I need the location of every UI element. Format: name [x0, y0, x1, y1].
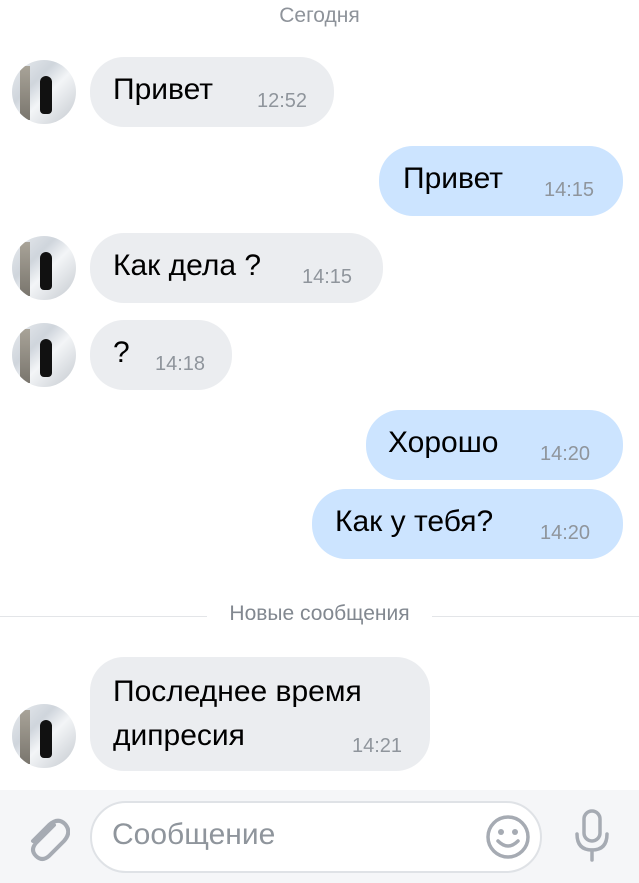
message-text: Как дела ?	[113, 249, 262, 282]
avatar[interactable]	[12, 60, 76, 124]
message-bubble-incoming[interactable]: Последнее время дипресия 14:21	[90, 657, 430, 771]
paperclip-icon[interactable]	[22, 811, 71, 863]
message-text: ?	[113, 336, 130, 369]
message-text-line: дипресия	[113, 719, 245, 752]
message-bubble-outgoing[interactable]: Хорошо 14:20	[366, 410, 623, 480]
microphone-icon[interactable]	[573, 808, 611, 864]
new-messages-divider: Новые сообщения	[0, 602, 639, 626]
message-text: Привет	[113, 73, 214, 106]
message-text: Как у тебя?	[335, 505, 494, 538]
message-time: 14:15	[302, 266, 353, 288]
message-text: Хорошо	[388, 426, 499, 459]
message-time: 14:20	[540, 443, 591, 465]
message-time: 14:20	[540, 522, 591, 544]
message-bubble-outgoing[interactable]: Привет 14:15	[379, 146, 623, 216]
message-input-placeholder: Сообщение	[112, 818, 276, 851]
message-text-line: Последнее время	[113, 675, 362, 708]
new-messages-label: Новые сообщения	[207, 602, 432, 625]
message-bubble-outgoing[interactable]: Как у тебя? 14:20	[312, 489, 623, 559]
message-bubble-incoming[interactable]: Привет 12:52	[90, 57, 334, 127]
message-time: 12:52	[257, 90, 308, 112]
avatar[interactable]	[12, 323, 76, 387]
date-separator: Сегодня	[279, 4, 360, 27]
avatar[interactable]	[12, 236, 76, 300]
smile-icon[interactable]	[485, 814, 531, 860]
message-time: 14:21	[352, 735, 403, 757]
message-text: Привет	[403, 162, 504, 195]
message-bubble-incoming[interactable]: ? 14:18	[90, 320, 232, 390]
avatar[interactable]	[12, 704, 76, 768]
message-time: 14:18	[155, 353, 206, 375]
message-bubble-incoming[interactable]: Как дела ? 14:15	[90, 233, 383, 303]
message-time: 14:15	[544, 179, 595, 201]
